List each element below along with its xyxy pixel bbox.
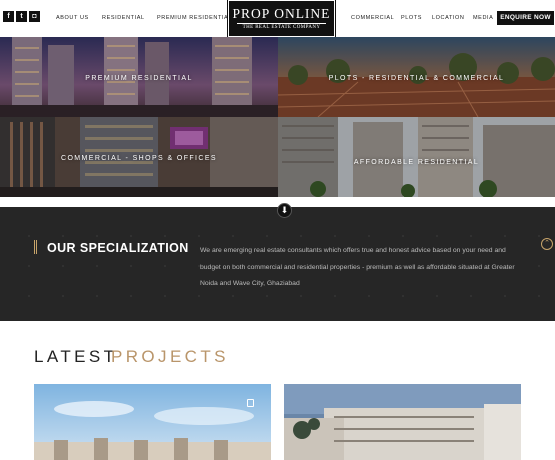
latest-heading: LATEST: [34, 347, 118, 366]
nav-commercial[interactable]: COMMERCIAL: [351, 15, 394, 21]
specialization-text: We are emerging real estate consultants …: [200, 247, 515, 287]
instagram-icon[interactable]: ◘: [29, 11, 40, 22]
tile-affordable-residential[interactable]: AFFORDABLE RESIDENTIAL: [278, 117, 555, 197]
tile-premium-residential[interactable]: PREMIUM RESIDENTIAL: [0, 37, 278, 117]
site-logo[interactable]: PROP ONLINE THE REAL ESTATE COMPANY: [227, 0, 336, 38]
nav-premium-residential[interactable]: PREMIUM RESIDENTIAL: [157, 15, 232, 21]
nav-plots[interactable]: PLOTS: [401, 15, 422, 21]
project-card-2[interactable]: [284, 384, 521, 460]
enquire-now-button[interactable]: ENQUIRE NOW: [497, 11, 554, 25]
project-image-1: [34, 384, 271, 460]
specialization-title: OUR SPECIALIZATION: [47, 241, 189, 255]
nav-media[interactable]: MEDIA: [473, 15, 493, 21]
chevron-up-icon[interactable]: ⌃: [541, 238, 553, 250]
accent-bar: [34, 240, 37, 254]
project-image-2: [284, 384, 521, 460]
trash-icon[interactable]: [247, 399, 254, 407]
nav-about-us[interactable]: ABOUT US: [56, 15, 89, 21]
site-header: f t ◘ ABOUT US RESIDENTIAL PREMIUM RESID…: [0, 0, 555, 38]
twitter-icon[interactable]: t: [16, 11, 27, 22]
tile-label: PREMIUM RESIDENTIAL: [85, 75, 193, 82]
nav-location[interactable]: LOCATION: [432, 15, 465, 21]
projects-heading: PROJECTS: [111, 347, 229, 366]
tile-label: PLOTS - RESIDENTIAL & COMMERCIAL: [328, 75, 505, 82]
scroll-down-icon[interactable]: ⬇: [277, 203, 292, 218]
project-card-1[interactable]: [34, 384, 271, 460]
tile-label: COMMERCIAL - SHOPS & OFFICES: [60, 155, 217, 162]
tile-plots[interactable]: PLOTS - RESIDENTIAL & COMMERCIAL: [278, 37, 555, 117]
logo-subtitle: THE REAL ESTATE COMPANY: [237, 23, 326, 30]
facebook-icon[interactable]: f: [3, 11, 14, 22]
logo-title: PROP ONLINE: [232, 6, 331, 21]
nav-residential[interactable]: RESIDENTIAL: [102, 15, 145, 21]
affordable-residential-image: [278, 117, 555, 197]
tile-label: AFFORDABLE RESIDENTIAL: [353, 159, 480, 166]
tile-commercial[interactable]: COMMERCIAL - SHOPS & OFFICES: [0, 117, 278, 197]
